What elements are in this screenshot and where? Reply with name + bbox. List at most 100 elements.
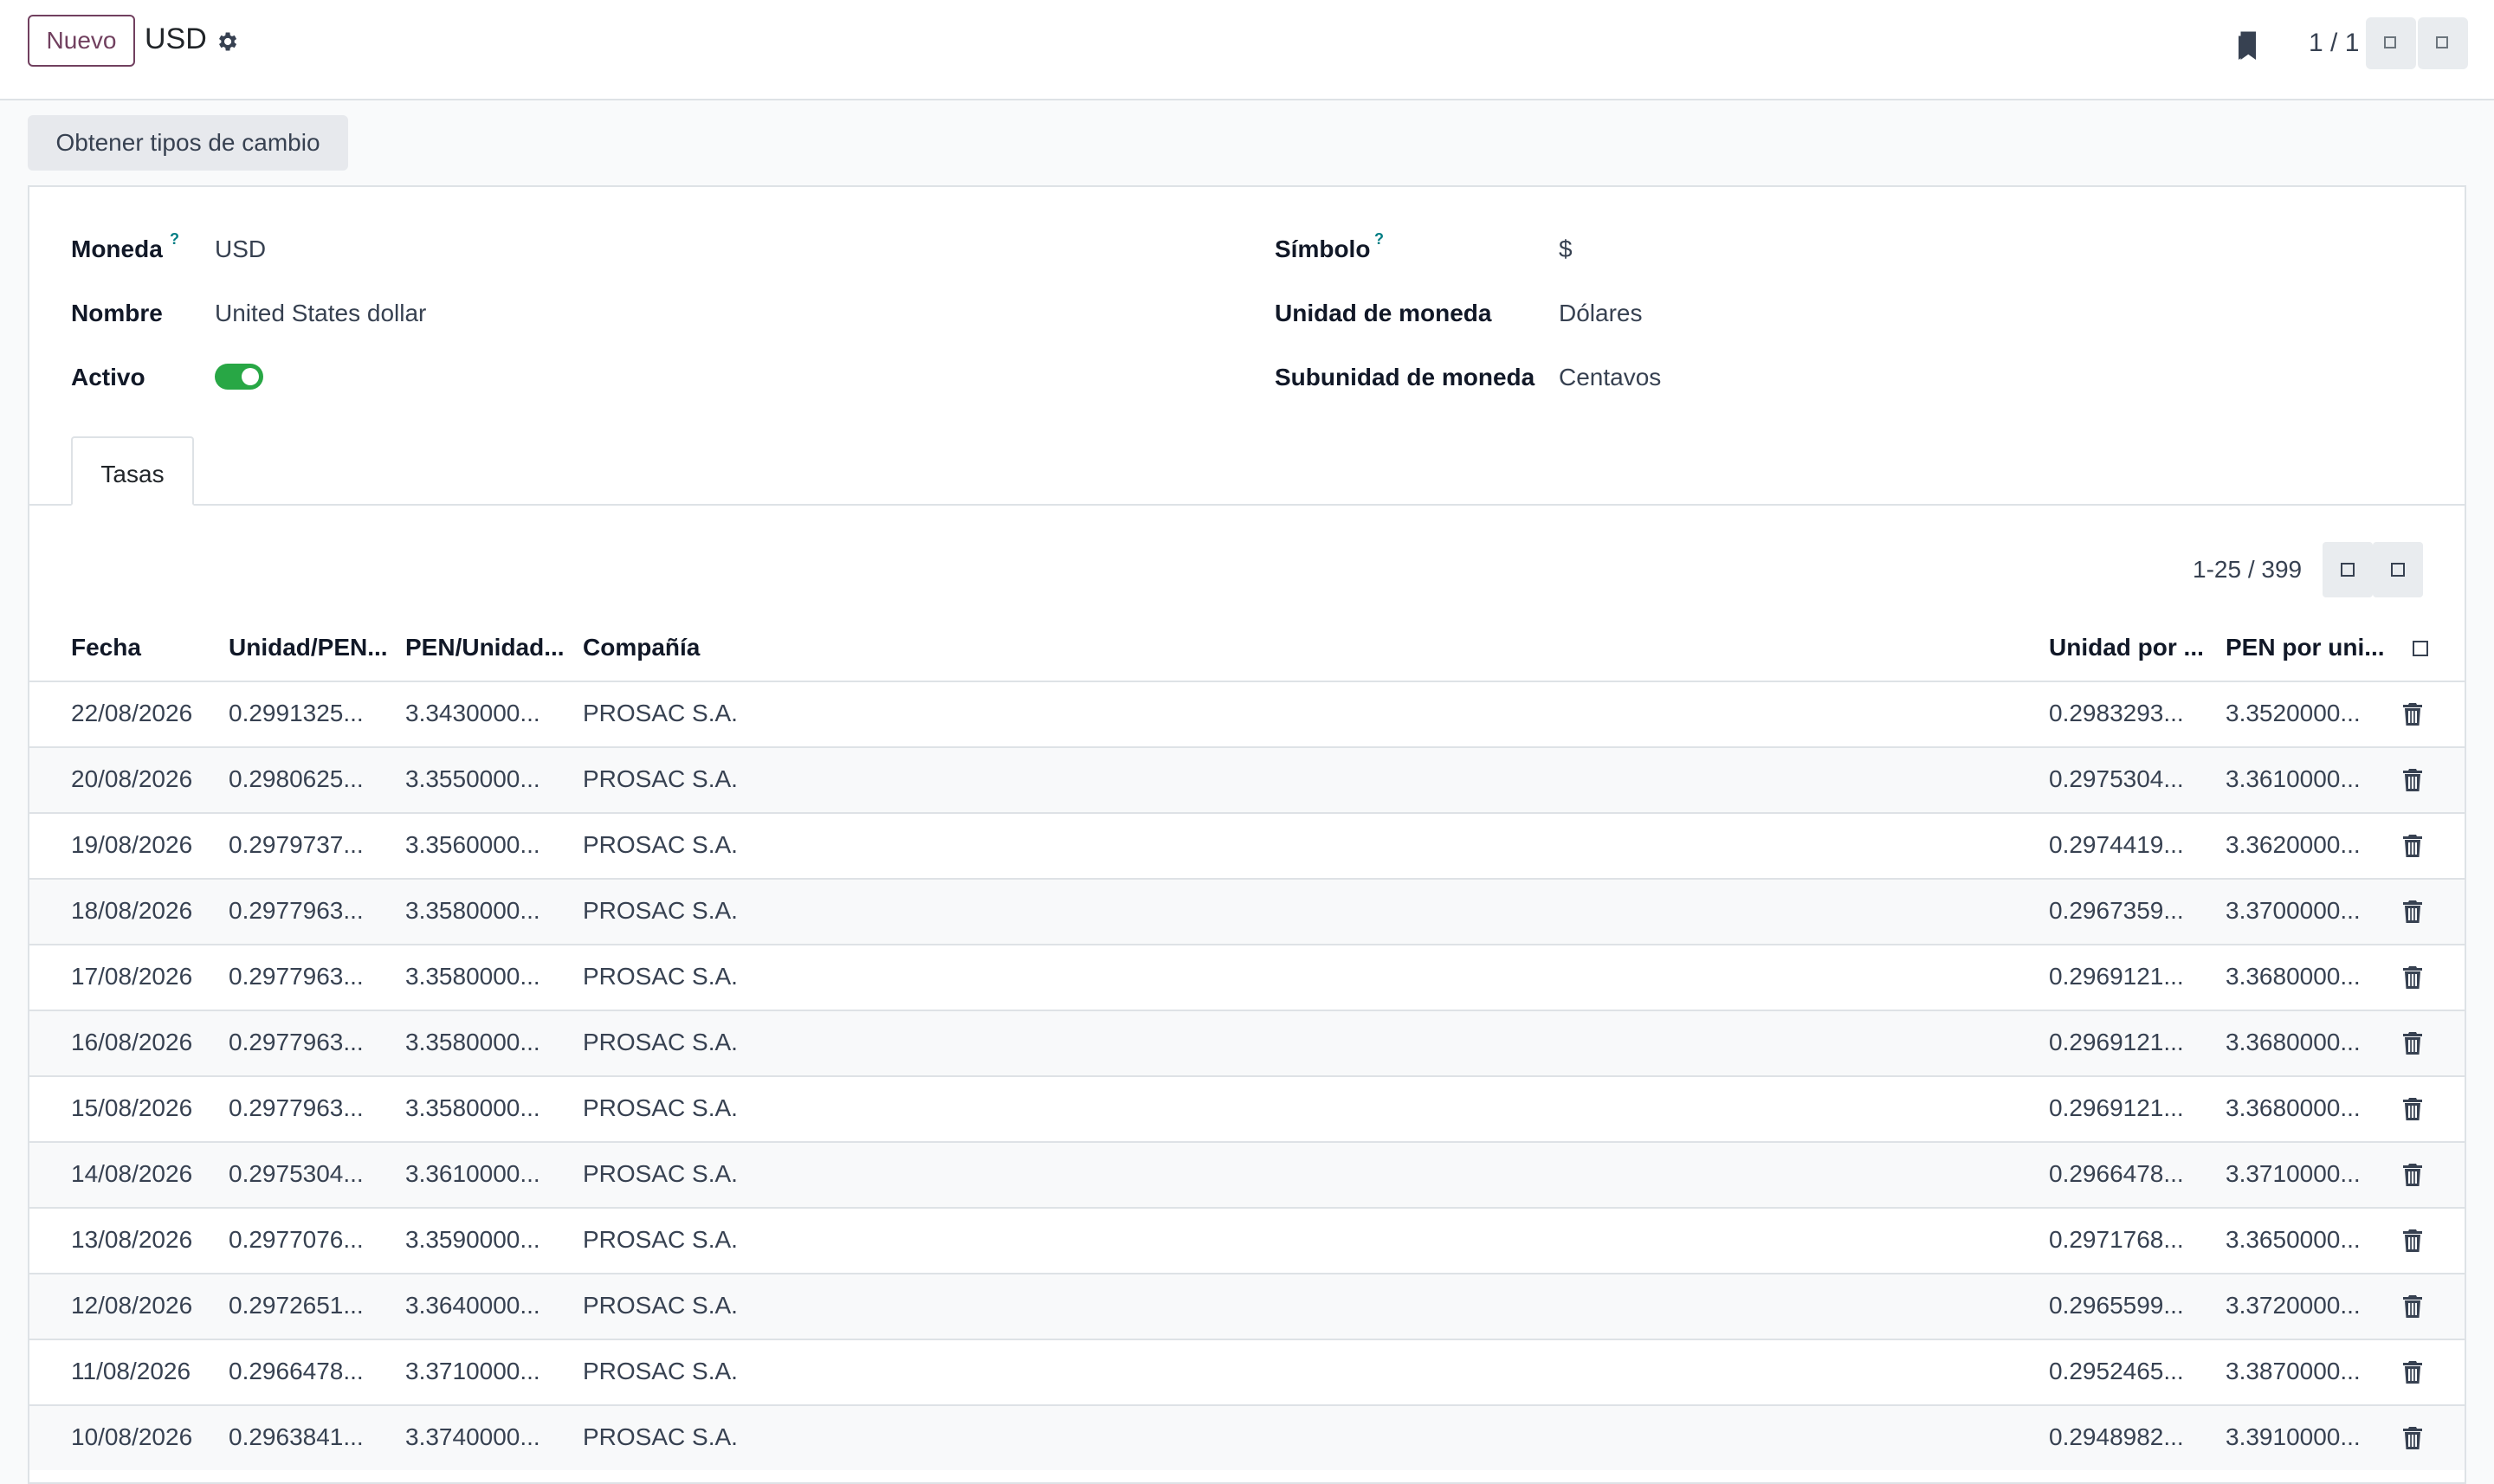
cell-inverse-unit: 0.2974419...: [2049, 831, 2184, 858]
column-header-date[interactable]: Fecha: [71, 634, 141, 661]
table-row[interactable]: 16/08/2026 0.2977963... 3.3580000... PROSAC…: [29, 1010, 2465, 1075]
trash-icon[interactable]: [2402, 1031, 2423, 1055]
cell-inverse-unit: 0.2969121...: [2049, 1094, 2184, 1121]
cell-unit-per-pen: 0.2980625...: [229, 765, 364, 792]
column-header-company[interactable]: Compañía: [583, 634, 700, 661]
table-row[interactable]: 20/08/2026 0.2980625... 3.3550000... PROSAC…: [29, 746, 2465, 812]
table-row[interactable]: 15/08/2026 0.2977963... 3.3580000... PROSAC…: [29, 1075, 2465, 1141]
active-toggle[interactable]: [215, 364, 263, 390]
currency-subunit-field[interactable]: Centavos: [1559, 364, 1661, 391]
column-header-inverse-pen[interactable]: PEN por uni...: [2226, 634, 2385, 661]
cell-inverse-unit: 0.2952465...: [2049, 1358, 2184, 1384]
cell-inverse-pen: 3.3680000...: [2226, 1029, 2361, 1055]
trash-icon[interactable]: [2402, 1426, 2423, 1450]
cell-unit-per-pen: 0.2977963...: [229, 1094, 364, 1121]
column-header-inverse-unit[interactable]: Unidad por ...: [2049, 634, 2204, 661]
cell-company: PROSAC S.A.: [583, 1358, 738, 1384]
pager-previous-button[interactable]: [2366, 17, 2416, 69]
active-label: Activo: [71, 364, 145, 390]
currency-subunit-label: Subunidad de moneda: [1275, 364, 1535, 390]
cell-date: 22/08/2026: [71, 700, 193, 726]
cell-unit-per-pen: 0.2977963...: [229, 1029, 364, 1055]
name-field[interactable]: United States dollar: [215, 300, 426, 327]
cell-inverse-unit: 0.2971768...: [2049, 1226, 2184, 1253]
list-pager[interactable]: 1-25 / 399: [2193, 556, 2302, 584]
cell-unit-per-pen: 0.2991325...: [229, 700, 364, 726]
table-row[interactable]: 22/08/2026 0.2991325... 3.3430000... PROSAC…: [29, 681, 2465, 746]
trash-icon[interactable]: [2402, 965, 2423, 990]
gear-icon[interactable]: [215, 29, 239, 54]
record-title: USD: [145, 23, 207, 55]
cell-pen-per-unit: 3.3590000...: [405, 1226, 540, 1253]
table-row[interactable]: 11/08/2026 0.2966478... 3.3710000... PROSAC…: [29, 1339, 2465, 1404]
cell-pen-per-unit: 3.3710000...: [405, 1358, 540, 1384]
table-row[interactable]: 17/08/2026 0.2977963... 3.3580000... PROSAC…: [29, 944, 2465, 1010]
cell-pen-per-unit: 3.3580000...: [405, 1029, 540, 1055]
cell-date: 13/08/2026: [71, 1226, 193, 1253]
cell-unit-per-pen: 0.2979737...: [229, 831, 364, 858]
table-row[interactable]: 12/08/2026 0.2972651... 3.3640000... PROSAC…: [29, 1273, 2465, 1339]
cell-pen-per-unit: 3.3740000...: [405, 1423, 540, 1450]
next-icon: [2391, 563, 2405, 577]
cell-company: PROSAC S.A.: [583, 1292, 738, 1319]
symbol-help-icon[interactable]: ?: [1374, 230, 1384, 248]
tab-rates[interactable]: Tasas: [71, 436, 194, 506]
cell-pen-per-unit: 3.3580000...: [405, 1094, 540, 1121]
currency-help-icon[interactable]: ?: [170, 230, 179, 248]
table-row[interactable]: 19/08/2026 0.2979737... 3.3560000... PROSAC…: [29, 812, 2465, 878]
cell-date: 11/08/2026: [71, 1358, 191, 1384]
cell-company: PROSAC S.A.: [583, 963, 738, 990]
cell-company: PROSAC S.A.: [583, 831, 738, 858]
cell-inverse-unit: 0.2966478...: [2049, 1160, 2184, 1187]
list-next-button[interactable]: [2373, 542, 2423, 597]
table-row[interactable]: 18/08/2026 0.2977963... 3.3580000... PROSAC…: [29, 878, 2465, 944]
cell-date: 10/08/2026: [71, 1423, 193, 1450]
cell-unit-per-pen: 0.2977076...: [229, 1226, 364, 1253]
trash-icon[interactable]: [2402, 834, 2423, 858]
cell-inverse-pen: 3.3700000...: [2226, 897, 2361, 924]
trash-icon[interactable]: [2402, 900, 2423, 924]
trash-icon[interactable]: [2402, 1360, 2423, 1384]
cell-inverse-unit: 0.2969121...: [2049, 1029, 2184, 1055]
trash-icon[interactable]: [2402, 1097, 2423, 1121]
column-header-unit-per-pen[interactable]: Unidad/PEN...: [229, 634, 388, 661]
cell-company: PROSAC S.A.: [583, 1094, 738, 1121]
cell-unit-per-pen: 0.2977963...: [229, 963, 364, 990]
previous-icon: [2341, 563, 2355, 577]
cell-date: 19/08/2026: [71, 831, 193, 858]
table-row[interactable]: 13/08/2026 0.2977076... 3.3590000... PROSAC…: [29, 1207, 2465, 1273]
new-button[interactable]: Nuevo: [28, 15, 135, 67]
column-header-pen-per-unit[interactable]: PEN/Unidad...: [405, 634, 565, 661]
optional-columns-toggle[interactable]: [2413, 641, 2428, 656]
trash-icon[interactable]: [2402, 1163, 2423, 1187]
table-row[interactable]: 10/08/2026 0.2963841... 3.3740000... PROSAC…: [29, 1404, 2465, 1470]
symbol-field[interactable]: $: [1559, 236, 1573, 263]
trash-icon[interactable]: [2402, 1294, 2423, 1319]
cell-pen-per-unit: 3.3640000...: [405, 1292, 540, 1319]
cell-inverse-pen: 3.3710000...: [2226, 1160, 2361, 1187]
cell-company: PROSAC S.A.: [583, 1160, 738, 1187]
get-rates-button[interactable]: Obtener tipos de cambio: [28, 115, 348, 171]
cell-inverse-pen: 3.3910000...: [2226, 1423, 2361, 1450]
tabs-divider: [29, 504, 2465, 506]
cell-date: 15/08/2026: [71, 1094, 193, 1121]
record-pager[interactable]: 1 / 1: [2309, 29, 2359, 58]
table-row[interactable]: 14/08/2026 0.2975304... 3.3610000... PROSAC…: [29, 1141, 2465, 1207]
name-label: Nombre: [71, 300, 163, 326]
cell-inverse-pen: 3.3680000...: [2226, 963, 2361, 990]
trash-icon[interactable]: [2402, 768, 2423, 792]
cell-inverse-unit: 0.2983293...: [2049, 700, 2184, 726]
cell-inverse-pen: 3.3520000...: [2226, 700, 2361, 726]
cell-inverse-unit: 0.2969121...: [2049, 963, 2184, 990]
currency-unit-field[interactable]: Dólares: [1559, 300, 1642, 327]
cell-date: 18/08/2026: [71, 897, 193, 924]
cell-inverse-unit: 0.2975304...: [2049, 765, 2184, 792]
cell-unit-per-pen: 0.2963841...: [229, 1423, 364, 1450]
list-previous-button[interactable]: [2323, 542, 2373, 597]
trash-icon[interactable]: [2402, 702, 2423, 726]
trash-icon[interactable]: [2402, 1229, 2423, 1253]
pager-next-button[interactable]: [2418, 17, 2468, 69]
currency-field[interactable]: USD: [215, 236, 266, 263]
cell-company: PROSAC S.A.: [583, 765, 738, 792]
bookmark-icon[interactable]: [2234, 29, 2260, 64]
